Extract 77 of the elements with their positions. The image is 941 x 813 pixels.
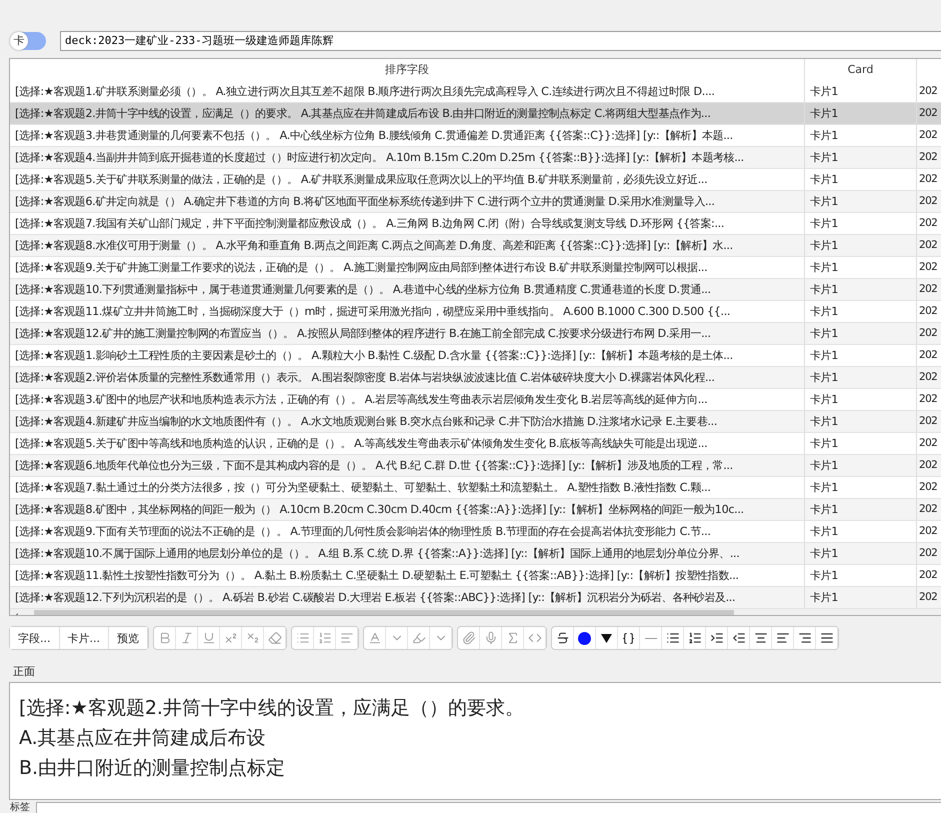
table-cell[interactable]: [选择:★客观题6.地质年代单位也分为三级，下面不是其构成内容的是（）。 A.代 B.纪 C.群 D.世 {{答案::C}}:选择] [y::【解析】涉及地质的工程，常...: [10, 454, 805, 477]
table-cell[interactable]: 202: [917, 410, 941, 433]
table-cell[interactable]: [选择:★客观题7.黏土通过土的分类方法很多，按（）可分为坚硬黏土、硬塑黏土、可塑黏土、软塑黏土和流塑黏土。 A.塑性指数 B.液性指数 C.颗...: [10, 476, 805, 499]
table-cell[interactable]: 卡片1: [805, 454, 917, 477]
table-cell[interactable]: 卡片1: [805, 520, 917, 543]
table-cell[interactable]: [选择:★客观题4.当副井井筒到底开掘巷道的长度超过（）时应进行初次定向。 A.10m B.15m C.20m D.25m {{答案::B}}:选择] [y::【解析】本题考核...: [10, 146, 805, 169]
table-cell[interactable]: 卡片1: [805, 322, 917, 345]
table-cell[interactable]: [选择:★客观题3.矿图中的地层产状和地质构造表示方法，正确的有（）。 A.岩层等高线发生弯曲表示岩层倾角发生变化 B.岩层等高线的延伸方向...: [10, 388, 805, 411]
table-cell[interactable]: 卡片1: [805, 80, 917, 103]
mode-toggle[interactable]: 卡: [10, 32, 46, 50]
tags-label: 标签: [10, 802, 30, 813]
table-cell[interactable]: 卡片1: [805, 102, 917, 125]
table-cell[interactable]: [选择:★客观题5.关于矿图中等高线和地质构造的认识，正确的是（）。 A.等高线发生弯曲表示矿体倾角发生变化 B.底板等高线缺失可能是出现逆...: [10, 432, 805, 455]
table-cell[interactable]: 卡片1: [805, 344, 917, 367]
table-cell[interactable]: 卡片1: [805, 234, 917, 257]
table-cell[interactable]: 卡片1: [805, 190, 917, 213]
table-cell[interactable]: 卡片1: [805, 278, 917, 301]
table-cell[interactable]: 202: [917, 212, 941, 235]
table-cell[interactable]: 202: [917, 432, 941, 455]
table-cell[interactable]: 202: [917, 476, 941, 499]
table-cell[interactable]: [选择:★客观题8.矿图中，其坐标网格的间距一般为（） A.10cm B.20cm C.30cm D.40cm {{答案::A}}:选择] [y::【解析】坐标网格的间距一般为10c...: [10, 498, 805, 521]
table-cell[interactable]: 202: [917, 586, 941, 609]
table-cell[interactable]: 卡片1: [805, 124, 917, 147]
table-cell[interactable]: 202: [917, 146, 941, 169]
table-cell[interactable]: [选择:★客观题9.下面有关节理面的说法不正确的是（）。 A.节理面的几何性质会影响岩体的物理性质 B.节理面的存在会提高岩体抗变形能力 C.节...: [10, 520, 805, 543]
field-label: 正面: [12, 664, 36, 680]
table-cell[interactable]: [选择:★客观题12.下列为沉积岩的是（）。 A.砾岩 B.砂岩 C.碳酸岩 D.大理岩 E.板岩 {{答案::ABC}}:选择] [y::【解析】沉积岩分为砾岩、各种砂岩及...: [10, 586, 805, 609]
table-cell[interactable]: [选择:★客观题12.矿井的施工测量控制网的布置应当（）。 A.按照从局部到整体的程序进行 B.在施工前全部完成 C.按要求分级进行布网 D.采用一...: [10, 322, 805, 345]
table-cell[interactable]: [选择:★客观题10.不属于国际上通用的地层划分单位的是（）。 A.组 B.系 C.统 D.界 {{答案::A}}:选择] [y::【解析】国际上通用的地层划分单位分界、...: [10, 542, 805, 565]
table-cell[interactable]: [选择:★客观题1.影响砂土工程性质的主要因素是砂土的（）。 A.颗粒大小 B.黏性 C.级配 D.含水量 {{答案::C}}:选择] [y::【解析】本题考核的是土体...: [10, 344, 805, 367]
editor-field[interactable]: [选择:★客观题2.井筒十字中线的设置，应满足（）的要求。 A.其基点应在井筒建成后布设 B.由井口附近的测量控制点标定: [9, 682, 941, 800]
table-cell[interactable]: [选择:★客观题2.井筒十字中线的设置，应满足（）的要求。 A.其基点应在井筒建成后布设 B.由井口附近的测量控制点标定 C.将两组大型基点作为...: [10, 102, 805, 125]
search-field[interactable]: deck:2023一建矿业-233-习题班一级建造师题库陈辉: [60, 30, 941, 51]
table-cell[interactable]: 202: [917, 278, 941, 301]
table-cell[interactable]: 卡片1: [805, 564, 917, 587]
table-cell[interactable]: 202: [917, 388, 941, 411]
table-cell[interactable]: 202: [917, 322, 941, 345]
table-cell[interactable]: [选择:★客观题5.关于矿井联系测量的做法，正确的是（）。 A.矿井联系测量成果应取任意两次以上的平均值 B.矿井联系测量前，必须先设立好近...: [10, 168, 805, 191]
table-cell[interactable]: 202: [917, 564, 941, 587]
table-cell[interactable]: [选择:★客观题9.关于矿井施工测量工作要求的说法，正确的是（）。 A.施工测量控制网应由局部到整体进行布设 B.矿井联系测量控制网可以根据...: [10, 256, 805, 279]
table-cell[interactable]: 202: [917, 300, 941, 323]
table-cell[interactable]: 202: [917, 344, 941, 367]
table-cell[interactable]: [选择:★客观题4.新建矿井应当编制的水文地质图件有（）。 A.水文地质观测台账 B.突水点台账和记录 C.井下防治水措施 D.注浆堵水记录 E.主要巷...: [10, 410, 805, 433]
table-cell[interactable]: [选择:★客观题1.矿井联系测量必须（）。 A.独立进行两次且其互差不超限 B.顺序进行两次且须先完成高程导入 C.连续进行两次且不得超过时限 D....: [10, 80, 805, 103]
table-cell[interactable]: 卡片1: [805, 542, 917, 565]
table-cell[interactable]: 202: [917, 124, 941, 147]
table-cell[interactable]: 卡片1: [805, 388, 917, 411]
table-cell[interactable]: 202: [917, 498, 941, 521]
table-cell[interactable]: [选择:★客观题7.我国有关矿山部门规定，井下平面控制测量都应敷设成（）。 A.三角网 B.边角网 C.闭（附）合导线或复测支导线 D.环形网 {{答案:...: [10, 212, 805, 235]
table-cell[interactable]: [选择:★客观题2.评价岩体质量的完整性系数通常用（）表示。 A.围岩裂隙密度 B.岩体与岩块纵波波速比值 C.岩体破碎块度大小 D.裸露岩体风化程...: [10, 366, 805, 389]
table-cell[interactable]: 卡片1: [805, 410, 917, 433]
table-cell[interactable]: 202: [917, 190, 941, 213]
table-cell[interactable]: 卡片1: [805, 366, 917, 389]
table-cell[interactable]: [选择:★客观题8.水准仪可用于测量（）。 A.水平角和垂直角 B.两点之间距离 C.两点之间高差 D.角度、高差和距离 {{答案::C}}:选择] [y::【解析】水...: [10, 234, 805, 257]
table-cell[interactable]: 202: [917, 542, 941, 565]
table-cell[interactable]: [选择:★客观题6.矿井定向就是（） A.确定井下巷道的方向 B.将矿区地面平面坐标系统传递到井下 C.进行两个立井的贯通测量 D.采用水准测量导入...: [10, 190, 805, 213]
table-cell[interactable]: 卡片1: [805, 146, 917, 169]
table-cell[interactable]: 202: [917, 234, 941, 257]
table-cell[interactable]: 卡片1: [805, 212, 917, 235]
table-cell[interactable]: 卡片1: [805, 586, 917, 609]
table-cell[interactable]: 卡片1: [805, 256, 917, 279]
table-cell[interactable]: 202: [917, 454, 941, 477]
table-cell[interactable]: 卡片1: [805, 432, 917, 455]
table-cell[interactable]: 卡片1: [805, 476, 917, 499]
table-cell[interactable]: [选择:★客观题3.井巷贯通测量的几何要素不包括（）。 A.中心线坐标方位角 B.腰线倾角 C.贯通偏差 D.贯通距离 {{答案::C}}:选择] [y::【解析】本题...: [10, 124, 805, 147]
table-cell[interactable]: 202: [917, 366, 941, 389]
table-cell[interactable]: 卡片1: [805, 300, 917, 323]
table-cell[interactable]: [选择:★客观题11.黏性土按塑性指数可分为（）。 A.黏土 B.粉质黏土 C.坚硬黏土 D.硬塑黏土 E.可塑黏土 {{答案::AB}}:选择] [y::【解析】按塑性指数...: [10, 564, 805, 587]
table-cell[interactable]: 卡片1: [805, 498, 917, 521]
table-cell[interactable]: 202: [917, 168, 941, 191]
table-cell[interactable]: 卡片1: [805, 168, 917, 191]
toolbar-button[interactable]: 字段...: [10, 627, 60, 650]
table-cell[interactable]: 202: [917, 256, 941, 279]
table-cell[interactable]: [选择:★客观题10.下列贯通测量指标中，属于巷道贯通测量几何要素的是（）。 A.巷道中心线的坐标方位角 B.贯通精度 C.贯通巷道的长度 D.贯通...: [10, 278, 805, 301]
table-cell[interactable]: [选择:★客观题11.煤矿立井井筒施工时，当掘砌深度大于（）m时，掘进可采用激光指向，砌壁应采用中垂线指向。 A.600 B.1000 C.300 D.500 {{...: [10, 300, 805, 323]
table-cell[interactable]: 202: [917, 520, 941, 543]
table-cell[interactable]: 202: [917, 102, 941, 125]
